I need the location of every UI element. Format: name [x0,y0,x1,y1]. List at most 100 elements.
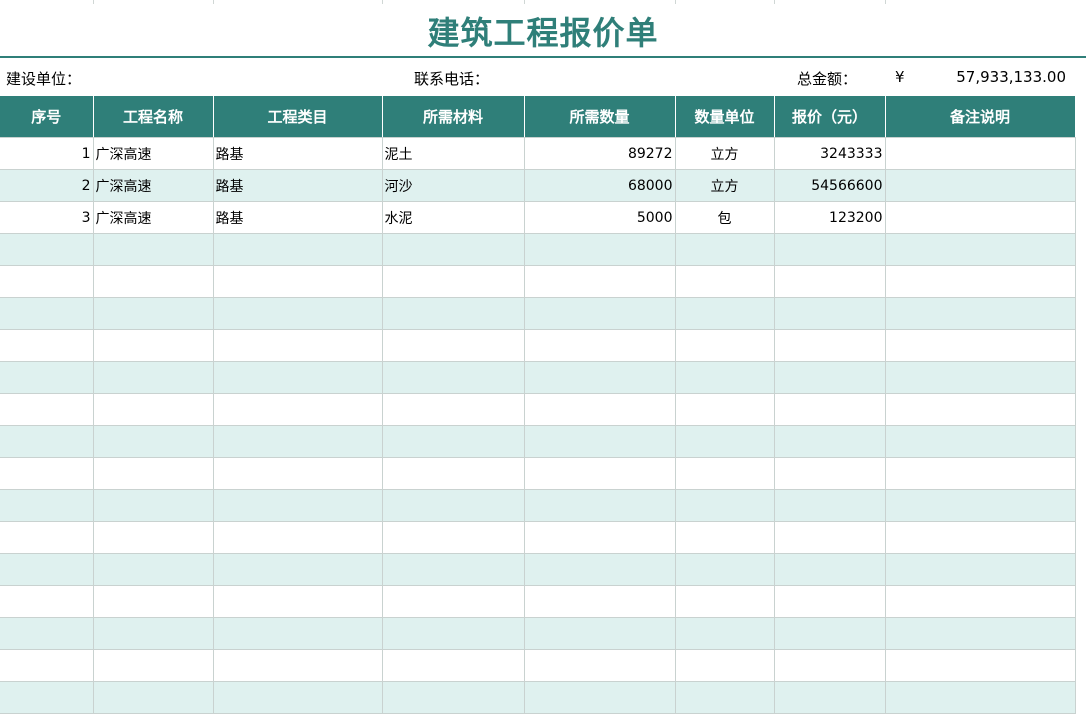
total-label[interactable]: 总金额： [797,68,857,89]
empty-cell[interactable] [213,361,383,394]
empty-cell[interactable] [382,649,525,682]
empty-cell[interactable] [93,585,214,618]
empty-cell[interactable] [885,393,1076,426]
cell-quantity[interactable]: 5000 [524,201,676,234]
empty-cell[interactable] [0,457,94,490]
empty-cell[interactable] [213,681,383,714]
empty-cell[interactable] [382,361,525,394]
empty-cell[interactable] [885,585,1076,618]
empty-cell[interactable] [93,521,214,554]
cell-note[interactable] [885,201,1076,234]
cell-quantity[interactable]: 68000 [524,169,676,202]
empty-cell[interactable] [0,297,94,330]
empty-cell[interactable] [382,297,525,330]
empty-cell[interactable] [213,489,383,522]
empty-cell[interactable] [524,681,676,714]
empty-cell[interactable] [524,489,676,522]
empty-cell[interactable] [93,553,214,586]
total-value[interactable]: 57,933,133.00 [956,68,1066,86]
cell-note[interactable] [885,169,1076,202]
empty-cell[interactable] [0,393,94,426]
empty-cell[interactable] [524,457,676,490]
cell-price[interactable]: 3243333 [774,137,886,170]
empty-cell[interactable] [885,457,1076,490]
empty-cell[interactable] [675,617,775,650]
empty-cell[interactable] [774,265,886,298]
cell-price[interactable]: 54566600 [774,169,886,202]
empty-cell[interactable] [213,297,383,330]
cell-quantity[interactable]: 89272 [524,137,676,170]
empty-cell[interactable] [382,265,525,298]
empty-cell[interactable] [524,393,676,426]
empty-cell[interactable] [524,297,676,330]
cell-category[interactable]: 路基 [213,169,383,202]
empty-cell[interactable] [93,489,214,522]
cell-note[interactable] [885,137,1076,170]
empty-cell[interactable] [213,425,383,458]
empty-cell[interactable] [93,361,214,394]
empty-cell[interactable] [524,361,676,394]
empty-cell[interactable] [0,265,94,298]
empty-cell[interactable] [382,681,525,714]
empty-cell[interactable] [213,329,383,362]
empty-cell[interactable] [93,649,214,682]
empty-cell[interactable] [382,521,525,554]
empty-cell[interactable] [675,425,775,458]
cell-material[interactable]: 河沙 [382,169,525,202]
empty-cell[interactable] [885,425,1076,458]
cell-project[interactable]: 广深高速 [93,169,214,202]
empty-cell[interactable] [93,457,214,490]
header-cell-material[interactable]: 所需材料 [382,96,525,138]
cell-project[interactable]: 广深高速 [93,137,214,170]
empty-cell[interactable] [93,393,214,426]
empty-cell[interactable] [774,233,886,266]
empty-cell[interactable] [675,361,775,394]
empty-cell[interactable] [675,521,775,554]
header-cell-quantity[interactable]: 所需数量 [524,96,676,138]
empty-cell[interactable] [213,265,383,298]
cell-no[interactable]: 1 [0,137,94,170]
empty-cell[interactable] [524,585,676,618]
empty-cell[interactable] [93,681,214,714]
empty-cell[interactable] [675,553,775,586]
empty-cell[interactable] [774,297,886,330]
empty-cell[interactable] [93,329,214,362]
empty-cell[interactable] [382,585,525,618]
cell-material[interactable]: 水泥 [382,201,525,234]
header-cell-project[interactable]: 工程名称 [93,96,214,138]
header-cell-note[interactable]: 备注说明 [885,96,1076,138]
empty-cell[interactable] [93,425,214,458]
empty-cell[interactable] [382,425,525,458]
empty-cell[interactable] [774,681,886,714]
empty-cell[interactable] [524,265,676,298]
empty-cell[interactable] [93,617,214,650]
empty-cell[interactable] [213,553,383,586]
empty-cell[interactable] [382,489,525,522]
empty-cell[interactable] [524,553,676,586]
empty-cell[interactable] [774,617,886,650]
cell-no[interactable]: 3 [0,201,94,234]
empty-cell[interactable] [0,329,94,362]
empty-cell[interactable] [524,425,676,458]
empty-cell[interactable] [382,553,525,586]
empty-cell[interactable] [382,329,525,362]
empty-cell[interactable] [885,489,1076,522]
empty-cell[interactable] [524,649,676,682]
empty-cell[interactable] [675,681,775,714]
empty-cell[interactable] [0,361,94,394]
empty-cell[interactable] [382,617,525,650]
cell-unit[interactable]: 包 [675,201,775,234]
empty-cell[interactable] [93,233,214,266]
cell-category[interactable]: 路基 [213,137,383,170]
cell-project[interactable]: 广深高速 [93,201,214,234]
empty-cell[interactable] [885,681,1076,714]
sheet-title[interactable]: 建筑工程报价单 [0,8,1086,54]
cell-material[interactable]: 泥土 [382,137,525,170]
empty-cell[interactable] [885,521,1076,554]
empty-cell[interactable] [382,393,525,426]
empty-cell[interactable] [524,233,676,266]
empty-cell[interactable] [0,233,94,266]
empty-cell[interactable] [0,585,94,618]
builder-label[interactable]: 建设单位： [6,68,81,89]
empty-cell[interactable] [0,425,94,458]
